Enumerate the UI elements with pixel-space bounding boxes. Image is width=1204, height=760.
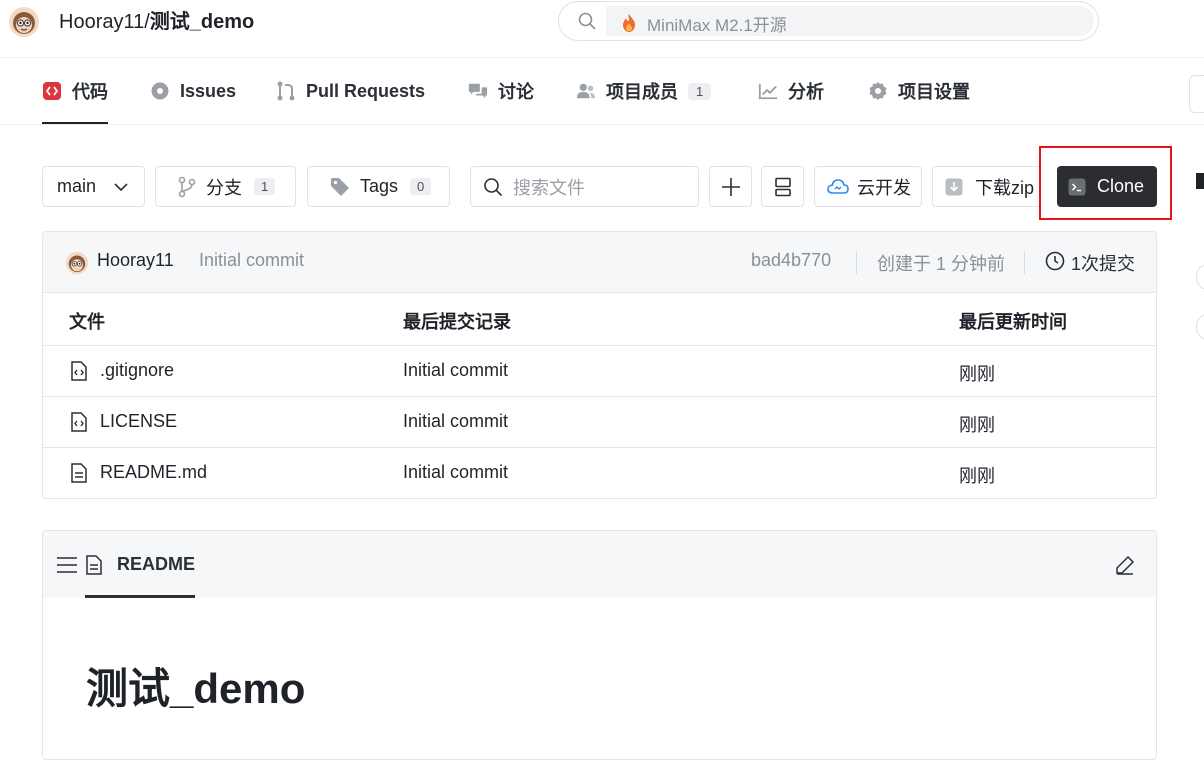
edit-pencil-icon[interactable] xyxy=(1115,555,1135,575)
cloud-icon xyxy=(827,178,849,196)
file-search-input[interactable]: 搜索文件 xyxy=(470,166,699,207)
download-zip-label: 下载zip xyxy=(975,177,1035,198)
members-icon xyxy=(576,81,596,101)
file-browser: Hooray11 Initial commit bad4b770 创建于 1 分… xyxy=(42,231,1157,499)
file-name[interactable]: README.md xyxy=(100,462,207,483)
latest-commit-bar: Hooray11 Initial commit bad4b770 创建于 1 分… xyxy=(43,232,1156,293)
add-file-button[interactable] xyxy=(709,166,752,207)
commit-author[interactable]: Hooray11 xyxy=(97,250,174,271)
outline-menu-icon[interactable] xyxy=(56,556,78,574)
file-updated-time: 刚刚 xyxy=(959,466,995,486)
sidebar-edge-button[interactable] xyxy=(1196,264,1204,290)
global-search[interactable]: MiniMax M2.1开源 xyxy=(558,1,1099,41)
branches-button[interactable]: 分支 1 xyxy=(155,166,296,207)
file-table-header: 文件 最后提交记录 最后更新时间 xyxy=(43,293,1156,346)
highlight-box xyxy=(1039,146,1172,220)
file-commit-message[interactable]: Initial commit xyxy=(403,411,508,432)
owner-avatar[interactable] xyxy=(8,6,40,38)
text-file-icon xyxy=(70,463,88,483)
download-zip-button[interactable]: 下载zip xyxy=(932,166,1041,207)
members-count-badge: 1 xyxy=(688,82,712,100)
divider xyxy=(856,252,857,274)
branch-name: main xyxy=(57,176,97,196)
file-commit-message[interactable]: Initial commit xyxy=(403,360,508,381)
code-file-icon xyxy=(70,361,88,381)
commit-hash[interactable]: bad4b770 xyxy=(751,250,831,271)
tab-label: 项目设置 xyxy=(898,82,970,102)
layout-icon xyxy=(774,177,792,197)
table-row[interactable]: LICENSE Initial commit 刚刚 xyxy=(43,397,1156,448)
tab-issues[interactable]: Issues xyxy=(150,58,236,124)
readme-panel: README 测试_demo xyxy=(42,530,1157,760)
code-icon xyxy=(42,81,62,101)
branch-select[interactable]: main xyxy=(42,166,145,207)
commit-count-link[interactable]: 1次提交 xyxy=(1071,250,1135,276)
tab-code[interactable]: 代码 xyxy=(42,58,108,124)
fire-icon xyxy=(621,13,637,33)
download-icon xyxy=(945,178,963,196)
pull-request-icon xyxy=(276,81,296,101)
tab-members[interactable]: 项目成员 1 xyxy=(576,58,712,124)
tab-label: Issues xyxy=(180,80,237,101)
tab-label: 分析 xyxy=(788,82,824,102)
clock-icon xyxy=(1045,251,1065,271)
col-file: 文件 xyxy=(69,312,105,332)
branches-label: 分支 xyxy=(206,177,242,198)
file-commit-message[interactable]: Initial commit xyxy=(403,462,508,483)
discussion-icon xyxy=(468,81,488,101)
tag-icon xyxy=(330,177,350,197)
table-row[interactable]: .gitignore Initial commit 刚刚 xyxy=(43,346,1156,397)
chevron-down-icon xyxy=(114,182,128,192)
top-bar: Hooray11/测试_demo MiniMax M2.1开源 xyxy=(0,0,1204,58)
readme-title: 测试_demo xyxy=(86,665,306,712)
col-updated: 最后更新时间 xyxy=(959,312,1067,332)
tags-label: Tags xyxy=(360,176,399,196)
tab-label: Pull Requests xyxy=(306,80,426,101)
tab-settings[interactable]: 项目设置 xyxy=(868,58,970,124)
search-icon xyxy=(483,177,503,197)
search-placeholder: MiniMax M2.1开源 xyxy=(647,16,787,35)
tab-analytics[interactable]: 分析 xyxy=(758,58,824,124)
commit-created-time: 创建于 1 分钟前 xyxy=(877,254,1006,274)
analytics-icon xyxy=(758,81,778,101)
cloud-dev-button[interactable]: 云开发 xyxy=(814,166,922,207)
file-name[interactable]: LICENSE xyxy=(100,411,177,432)
tab-label: 项目成员 xyxy=(606,82,678,102)
readme-tab-label: README xyxy=(117,554,196,574)
tags-count-badge: 0 xyxy=(410,178,432,195)
owner-link[interactable]: Hooray11 xyxy=(59,11,144,33)
branches-count-badge: 1 xyxy=(254,178,276,195)
plus-icon xyxy=(721,177,741,197)
repo-path: Hooray11/测试_demo xyxy=(59,8,254,36)
file-name[interactable]: .gitignore xyxy=(100,360,174,381)
repo-nav: 代码 Issues Pull Requests 讨论 项目成员 1 分析 项目设… xyxy=(0,58,1204,125)
web-ide-button[interactable] xyxy=(761,166,804,207)
side-panel-toggle[interactable] xyxy=(1189,75,1204,113)
branch-icon xyxy=(178,176,196,198)
text-file-icon xyxy=(85,554,103,575)
divider xyxy=(1024,252,1025,274)
tab-pull-requests[interactable]: Pull Requests xyxy=(276,58,425,124)
file-updated-time: 刚刚 xyxy=(959,415,995,435)
col-last-commit: 最后提交记录 xyxy=(403,312,511,332)
tab-discussions[interactable]: 讨论 xyxy=(468,58,534,124)
code-file-icon xyxy=(70,412,88,432)
gear-icon xyxy=(868,81,888,101)
sidebar-edge-button[interactable] xyxy=(1196,314,1204,340)
tab-label: 讨论 xyxy=(498,82,534,102)
search-icon xyxy=(577,11,597,31)
cloud-dev-label: 云开发 xyxy=(857,177,911,198)
issue-icon xyxy=(150,81,170,101)
author-avatar[interactable] xyxy=(65,251,89,275)
readme-header: README xyxy=(43,531,1156,598)
file-updated-time: 刚刚 xyxy=(959,364,995,384)
tab-label: 代码 xyxy=(72,82,108,102)
sidebar-edge-icon xyxy=(1196,173,1204,189)
file-search-placeholder: 搜索文件 xyxy=(513,177,585,198)
commit-message[interactable]: Initial commit xyxy=(199,250,304,271)
table-row[interactable]: README.md Initial commit 刚刚 xyxy=(43,448,1156,498)
repo-name[interactable]: 测试_demo xyxy=(150,11,254,33)
readme-tab[interactable]: README xyxy=(85,531,196,598)
tags-button[interactable]: Tags 0 xyxy=(307,166,450,207)
